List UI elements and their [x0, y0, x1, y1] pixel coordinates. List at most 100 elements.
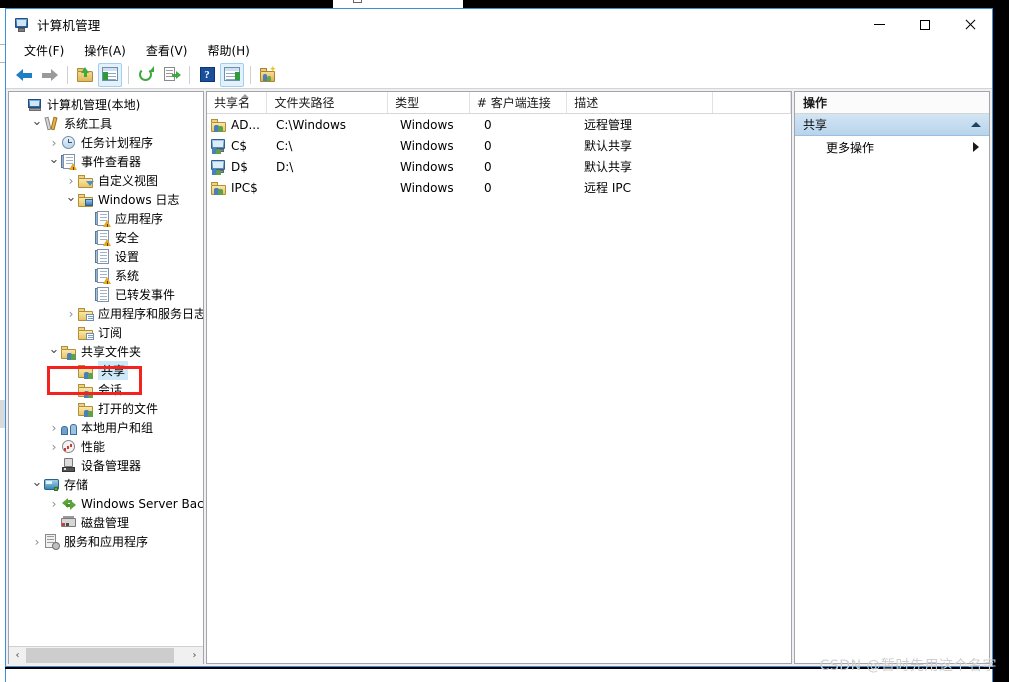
scrollbar-thumb[interactable]	[26, 647, 174, 663]
scroll-right-button[interactable]: ›	[186, 646, 203, 664]
console-tree[interactable]: 计算机管理(本地) ⌄ 系统工具 › 任务计划程序 ⌄ 事件查看器 › 自定义视图 ⌄ Window…	[9, 92, 203, 646]
column-share-name[interactable]: 共享名	[207, 92, 268, 113]
cell-text: 0	[484, 159, 492, 174]
tree-item-windows-logs[interactable]: ⌄ Windows 日志	[9, 190, 203, 209]
table-row[interactable]: AD... C:\Windows Windows 0 远程管理	[207, 114, 791, 135]
cell-text: 0	[484, 138, 492, 153]
event-viewer-icon	[61, 153, 77, 170]
tree-item-shared-folders[interactable]: ⌄ 共享文件夹	[9, 342, 203, 361]
tree-item-security-log[interactable]: 安全	[9, 228, 203, 247]
tree-item-performance[interactable]: › 性能	[9, 437, 203, 456]
chevron-right-icon[interactable]: ›	[64, 174, 78, 188]
cell-type: Windows	[393, 177, 477, 198]
cell-type: Windows	[393, 135, 477, 156]
window-title: 计算机管理	[37, 18, 101, 33]
column-spacer[interactable]	[713, 92, 791, 113]
column-description[interactable]: 描述	[567, 92, 714, 113]
chevron-right-icon[interactable]: ›	[47, 421, 61, 435]
tree-item-label: 打开的文件	[98, 402, 159, 416]
tree-item-system-tools[interactable]: ⌄ 系统工具	[9, 114, 203, 133]
column-header-label: 描述	[574, 96, 599, 110]
show-hide-console-tree-button[interactable]	[98, 62, 122, 87]
chevron-right-icon[interactable]: ›	[30, 535, 44, 549]
show-hide-console-tree-icon	[101, 67, 119, 82]
tree-item-local-users-and-groups[interactable]: › 本地用户和组	[9, 418, 203, 437]
device-manager-icon	[61, 457, 77, 474]
tree-item-windows-server-backup[interactable]: › Windows Server Back	[9, 494, 203, 513]
cell-text: 0	[484, 180, 492, 195]
tree-item-applications-services-logs[interactable]: › 应用程序和服务日志	[9, 304, 203, 323]
action-more-actions[interactable]: 更多操作	[795, 136, 989, 158]
tree-item-subscriptions[interactable]: 订阅	[9, 323, 203, 342]
toolbar-separator	[67, 65, 68, 84]
tree-item-forwarded-events[interactable]: 已转发事件	[9, 285, 203, 304]
list-column-headers: 共享名 文件夹路径 类型 # 客户端连接 描述	[207, 92, 791, 114]
tree-item-system-log[interactable]: 系统	[9, 266, 203, 285]
menu-file[interactable]: 文件(F)	[14, 41, 74, 60]
storage-icon	[44, 477, 60, 493]
chevron-right-icon[interactable]: ›	[64, 307, 78, 321]
table-row[interactable]: D$ D:\ Windows 0 默认共享	[207, 156, 791, 177]
tree-item-disk-management[interactable]: 磁盘管理	[9, 513, 203, 532]
help-button[interactable]: ?	[195, 63, 219, 87]
chevron-down-icon[interactable]: ⌄	[30, 114, 44, 129]
chevron-right-icon[interactable]: ›	[47, 497, 61, 511]
back-button[interactable]	[12, 63, 36, 87]
tree-item-label: Windows 日志	[98, 193, 180, 207]
share-folder-icon	[211, 180, 227, 196]
chevron-right-icon[interactable]: ›	[47, 136, 61, 150]
refresh-button[interactable]	[134, 63, 158, 87]
chevron-right-icon[interactable]: ›	[47, 440, 61, 454]
export-list-button[interactable]	[159, 63, 183, 87]
chevron-down-icon[interactable]: ⌄	[47, 152, 61, 167]
tree-item-services-and-applications[interactable]: › 服务和应用程序	[9, 532, 203, 551]
up-one-level-button[interactable]	[73, 63, 97, 87]
tree-item-label: 性能	[81, 440, 106, 454]
scrollbar-track[interactable]	[26, 646, 186, 664]
console-tree-pane: 计算机管理(本地) ⌄ 系统工具 › 任务计划程序 ⌄ 事件查看器 › 自定义视图 ⌄ Window…	[8, 91, 204, 664]
tree-item-event-viewer[interactable]: ⌄ 事件查看器	[9, 152, 203, 171]
cell-text: Windows	[400, 180, 454, 195]
menu-view[interactable]: 查看(V)	[136, 41, 198, 60]
tree-item-label: 计算机管理(本地)	[47, 98, 141, 112]
maximize-button[interactable]	[902, 9, 947, 40]
tree-item-device-manager[interactable]: 设备管理器	[9, 456, 203, 475]
chevron-down-icon[interactable]: ⌄	[47, 342, 61, 357]
column-type[interactable]: 类型	[388, 92, 470, 113]
minimize-button[interactable]	[857, 9, 902, 40]
forward-button[interactable]	[37, 63, 61, 87]
caret-up-icon[interactable]	[971, 122, 981, 127]
tree-item-storage[interactable]: ⌄ 存储	[9, 475, 203, 494]
shares-list[interactable]: AD... C:\Windows Windows 0 远程管理 C$ C:\ Windows 0…	[207, 114, 791, 663]
performance-icon	[61, 439, 77, 455]
chevron-down-icon[interactable]: ⌄	[64, 190, 78, 205]
close-button[interactable]	[947, 9, 992, 40]
tree-item-application-log[interactable]: 应用程序	[9, 209, 203, 228]
table-row[interactable]: C$ C:\ Windows 0 默认共享	[207, 135, 791, 156]
tree-item-setup-log[interactable]: 设置	[9, 247, 203, 266]
tree-item-sessions[interactable]: 会话	[9, 380, 203, 399]
menu-action[interactable]: 操作(A)	[74, 41, 136, 60]
actions-section-shares[interactable]: 共享	[795, 114, 989, 136]
chevron-down-icon[interactable]: ⌄	[30, 475, 44, 490]
tree-item-label: 服务和应用程序	[64, 535, 149, 549]
column-folder-path[interactable]: 文件夹路径	[267, 92, 389, 113]
tree-item-task-scheduler[interactable]: › 任务计划程序	[9, 133, 203, 152]
tree-item-custom-views[interactable]: › 自定义视图	[9, 171, 203, 190]
scroll-left-button[interactable]: ‹	[9, 646, 26, 664]
column-header-label: # 客户端连接	[476, 96, 551, 110]
column-client-connections[interactable]: # 客户端连接	[470, 92, 568, 113]
tree-item-label: 设置	[115, 250, 140, 264]
table-row[interactable]: IPC$ Windows 0 远程 IPC	[207, 177, 791, 198]
tree-item-label: 本地用户和组	[81, 421, 154, 435]
menu-help[interactable]: 帮助(H)	[197, 41, 259, 60]
tree-horizontal-scrollbar[interactable]: ‹ ›	[9, 646, 203, 664]
new-share-button[interactable]: ✦	[256, 63, 280, 87]
tree-item-open-files[interactable]: 打开的文件	[9, 399, 203, 418]
show-hide-action-pane-button[interactable]	[220, 62, 244, 87]
cell-share_name: D$	[207, 156, 269, 177]
cell-text: 默认共享	[584, 139, 633, 153]
tree-item-shares[interactable]: 共享	[9, 361, 203, 380]
tree-item-computer-management-local[interactable]: 计算机管理(本地)	[9, 95, 203, 114]
cell-text: C:\Windows	[276, 117, 347, 132]
